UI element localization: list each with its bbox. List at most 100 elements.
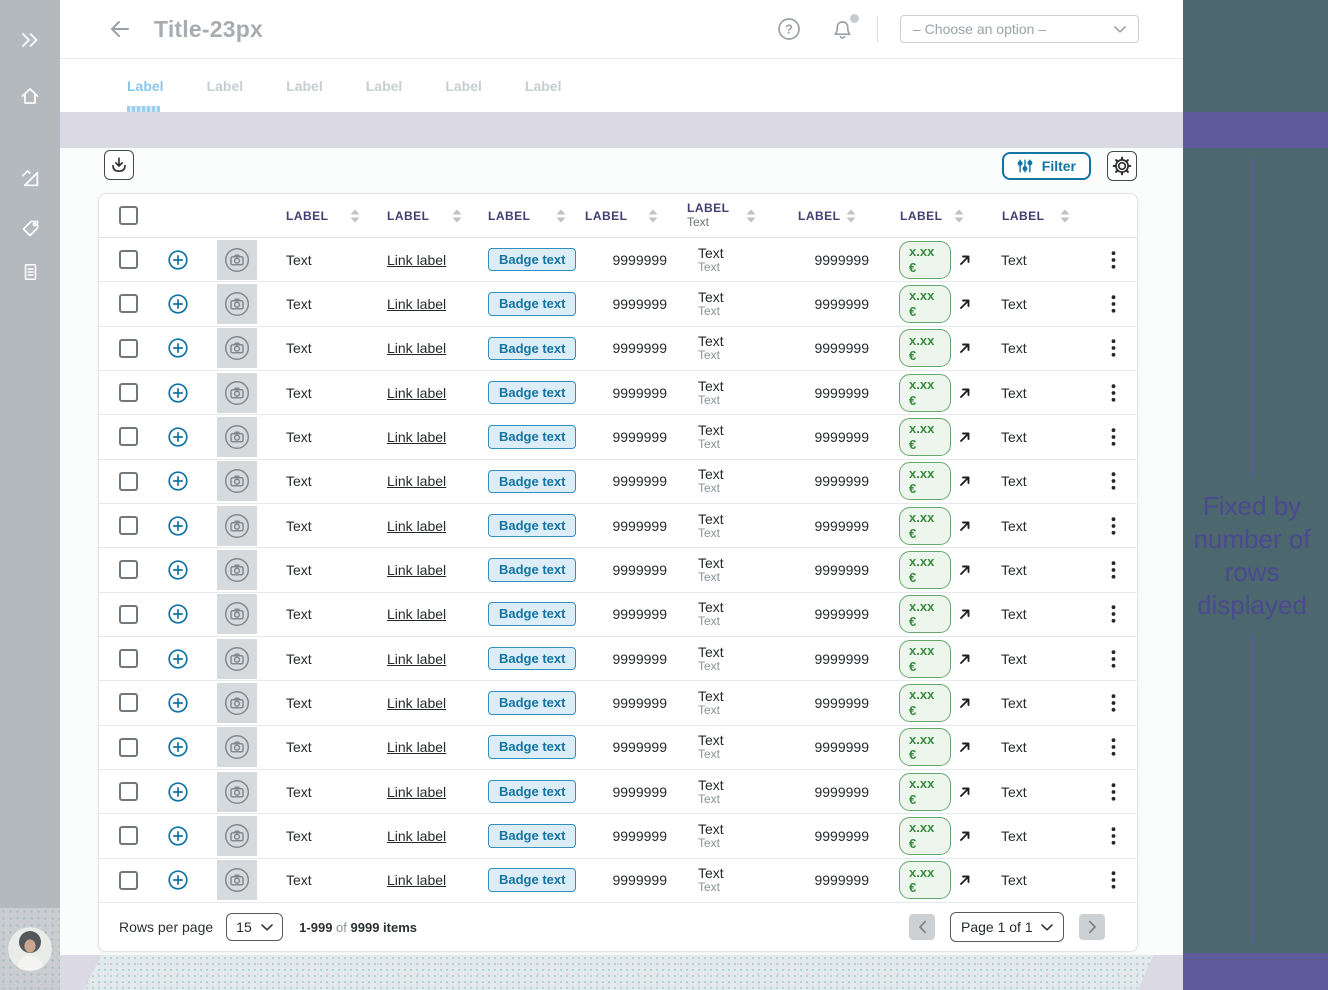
column-header-6[interactable]: LABEL bbox=[771, 194, 871, 237]
sort-icon[interactable] bbox=[555, 208, 567, 224]
open-item-button[interactable] bbox=[958, 740, 972, 754]
column-header-1[interactable]: LABEL bbox=[275, 194, 375, 237]
row-menu-button[interactable] bbox=[1111, 738, 1116, 756]
open-item-button[interactable] bbox=[958, 430, 972, 444]
sidebar-item-home[interactable] bbox=[0, 68, 60, 124]
row-menu-button[interactable] bbox=[1111, 251, 1116, 269]
add-row-button[interactable] bbox=[167, 515, 189, 537]
row-checkbox[interactable] bbox=[119, 560, 138, 579]
row-checkbox[interactable] bbox=[119, 826, 138, 845]
row-menu-button[interactable] bbox=[1111, 472, 1116, 490]
sidebar-expand-button[interactable] bbox=[0, 12, 60, 68]
row-menu-button[interactable] bbox=[1111, 650, 1116, 668]
open-item-button[interactable] bbox=[958, 297, 972, 311]
row-link[interactable]: Link label bbox=[387, 252, 446, 268]
row-menu-button[interactable] bbox=[1111, 428, 1116, 446]
open-item-button[interactable] bbox=[958, 519, 972, 533]
add-row-button[interactable] bbox=[167, 692, 189, 714]
row-link[interactable]: Link label bbox=[387, 739, 446, 755]
add-row-button[interactable] bbox=[167, 603, 189, 625]
add-row-button[interactable] bbox=[167, 293, 189, 315]
row-menu-button[interactable] bbox=[1111, 339, 1116, 357]
row-checkbox[interactable] bbox=[119, 472, 138, 491]
row-menu-button[interactable] bbox=[1111, 384, 1116, 402]
row-menu-button[interactable] bbox=[1111, 295, 1116, 313]
download-button[interactable] bbox=[104, 150, 134, 180]
open-item-button[interactable] bbox=[958, 873, 972, 887]
row-link[interactable]: Link label bbox=[387, 340, 446, 356]
row-checkbox[interactable] bbox=[119, 339, 138, 358]
row-link[interactable]: Link label bbox=[387, 385, 446, 401]
tab-1[interactable]: Label bbox=[127, 59, 164, 112]
row-menu-button[interactable] bbox=[1111, 694, 1116, 712]
row-menu-button[interactable] bbox=[1111, 605, 1116, 623]
row-checkbox[interactable] bbox=[119, 383, 138, 402]
add-row-button[interactable] bbox=[167, 470, 189, 492]
sort-icon[interactable] bbox=[1059, 208, 1071, 224]
row-link[interactable]: Link label bbox=[387, 296, 446, 312]
add-row-button[interactable] bbox=[167, 648, 189, 670]
add-row-button[interactable] bbox=[167, 559, 189, 581]
row-link[interactable]: Link label bbox=[387, 784, 446, 800]
open-item-button[interactable] bbox=[958, 341, 972, 355]
row-menu-button[interactable] bbox=[1111, 783, 1116, 801]
row-checkbox[interactable] bbox=[119, 738, 138, 757]
row-checkbox[interactable] bbox=[119, 427, 138, 446]
add-row-button[interactable] bbox=[167, 382, 189, 404]
tab-6[interactable]: Label bbox=[525, 59, 562, 112]
add-row-button[interactable] bbox=[167, 249, 189, 271]
open-item-button[interactable] bbox=[958, 652, 972, 666]
sidebar-item-tags[interactable] bbox=[0, 206, 60, 250]
add-row-button[interactable] bbox=[167, 825, 189, 847]
help-button[interactable]: ? bbox=[776, 16, 802, 42]
filter-button[interactable]: Filter bbox=[1002, 152, 1091, 180]
row-checkbox[interactable] bbox=[119, 649, 138, 668]
row-menu-button[interactable] bbox=[1111, 871, 1116, 889]
header-dropdown[interactable]: – Choose an option – bbox=[900, 15, 1139, 43]
add-row-button[interactable] bbox=[167, 781, 189, 803]
open-item-button[interactable] bbox=[958, 829, 972, 843]
row-link[interactable]: Link label bbox=[387, 828, 446, 844]
open-item-button[interactable] bbox=[958, 474, 972, 488]
row-link[interactable]: Link label bbox=[387, 651, 446, 667]
sidebar-item-design[interactable] bbox=[0, 150, 60, 206]
row-link[interactable]: Link label bbox=[387, 518, 446, 534]
row-link[interactable]: Link label bbox=[387, 606, 446, 622]
tab-5[interactable]: Label bbox=[445, 59, 482, 112]
row-menu-button[interactable] bbox=[1111, 561, 1116, 579]
row-link[interactable]: Link label bbox=[387, 473, 446, 489]
row-menu-button[interactable] bbox=[1111, 517, 1116, 535]
select-all-checkbox[interactable] bbox=[119, 206, 138, 225]
open-item-button[interactable] bbox=[958, 607, 972, 621]
back-button[interactable] bbox=[108, 17, 132, 41]
row-checkbox[interactable] bbox=[119, 693, 138, 712]
row-link[interactable]: Link label bbox=[387, 695, 446, 711]
row-checkbox[interactable] bbox=[119, 871, 138, 890]
notifications-button[interactable] bbox=[830, 17, 855, 42]
column-header-4[interactable]: LABEL bbox=[581, 194, 673, 237]
column-header-7[interactable]: LABEL bbox=[871, 194, 979, 237]
sort-icon[interactable] bbox=[349, 208, 361, 224]
column-header-8[interactable]: LABEL bbox=[979, 194, 1087, 237]
column-header-2[interactable]: LABEL bbox=[375, 194, 477, 237]
sidebar-item-documents[interactable] bbox=[0, 250, 60, 294]
open-item-button[interactable] bbox=[958, 253, 972, 267]
previous-page-button[interactable] bbox=[909, 914, 935, 940]
open-item-button[interactable] bbox=[958, 785, 972, 799]
row-checkbox[interactable] bbox=[119, 294, 138, 313]
sort-icon[interactable] bbox=[953, 208, 965, 224]
row-link[interactable]: Link label bbox=[387, 429, 446, 445]
row-checkbox[interactable] bbox=[119, 250, 138, 269]
open-item-button[interactable] bbox=[958, 696, 972, 710]
sort-icon[interactable] bbox=[745, 208, 757, 224]
add-row-button[interactable] bbox=[167, 736, 189, 758]
tab-2[interactable]: Label bbox=[207, 59, 244, 112]
row-checkbox[interactable] bbox=[119, 516, 138, 535]
column-header-5[interactable]: LABEL Text bbox=[673, 194, 771, 237]
add-row-button[interactable] bbox=[167, 869, 189, 891]
open-item-button[interactable] bbox=[958, 563, 972, 577]
table-settings-button[interactable] bbox=[1107, 151, 1137, 181]
add-row-button[interactable] bbox=[167, 337, 189, 359]
page-select[interactable]: Page 1 of 1 bbox=[950, 912, 1064, 942]
row-link[interactable]: Link label bbox=[387, 872, 446, 888]
